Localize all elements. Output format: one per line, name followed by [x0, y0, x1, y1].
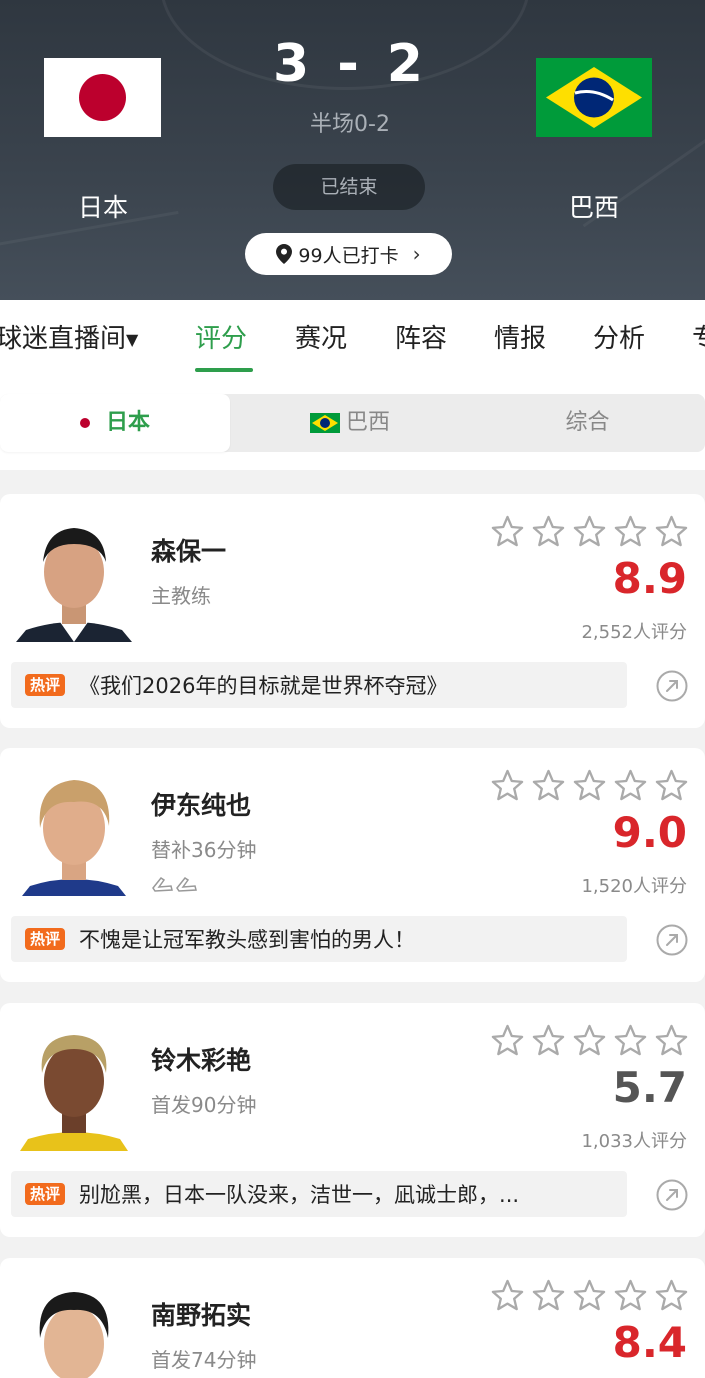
player-card[interactable]: 铃木彩艳 首发90分钟 5.7 1,033人评分 热评 别尬黑，日本一队没来，洁… [0, 1003, 705, 1237]
star-outline-icon[interactable] [572, 1278, 607, 1313]
team-segment-wrapper: 日本 巴西 综合 [0, 374, 705, 470]
star-outline-icon[interactable] [654, 514, 689, 549]
tab-intel[interactable]: 情报 [494, 318, 546, 355]
match-status-badge: 已结束 [273, 164, 425, 210]
share-icon[interactable] [655, 923, 689, 957]
brazil-flag-icon[interactable] [536, 58, 652, 137]
japan-flag-icon[interactable] [44, 58, 161, 137]
player-name: 森保一 [151, 537, 227, 566]
segment-overall[interactable]: 综合 [470, 394, 705, 452]
tab-more[interactable]: 专 [692, 318, 705, 355]
rating-count: 2,552人评分 [581, 622, 687, 643]
star-outline-icon[interactable] [572, 768, 607, 803]
player-role: 主教练 [151, 584, 211, 608]
player-card[interactable]: 南野拓实 首发74分钟 8.4 [0, 1258, 705, 1378]
avatar [16, 514, 132, 642]
star-outline-icon[interactable] [572, 1023, 607, 1058]
player-role: 首发90分钟 [151, 1093, 257, 1117]
team-segment-control: 日本 巴西 综合 [0, 394, 705, 452]
player-rating: 9.0 [612, 808, 687, 857]
player-name: 铃木彩艳 [151, 1046, 252, 1075]
star-outline-icon[interactable] [654, 1023, 689, 1058]
avatar [16, 768, 132, 896]
comment-text: 别尬黑，日本一队没来，洁世一，凪诚士郎，... [79, 1183, 520, 1207]
away-score: 2 [386, 34, 427, 94]
player-role: 替补36分钟 [151, 838, 257, 862]
active-tab-indicator [195, 368, 253, 372]
checkin-label: 99人已打卡 [298, 244, 399, 267]
score-separator: - [337, 34, 363, 94]
rating-stars[interactable] [490, 768, 689, 803]
rating-count: 1,033人评分 [581, 1131, 687, 1152]
star-outline-icon[interactable] [531, 768, 566, 803]
caret-down-icon: ▼ [126, 330, 139, 349]
away-team-name[interactable]: 巴西 [524, 188, 664, 224]
comment-text: 不愧是让冠军教头感到害怕的男人！ [79, 928, 416, 952]
player-card[interactable]: 森保一 主教练 8.9 2,552人评分 热评 《我们2026年的目标就是世界杯… [0, 494, 705, 728]
share-icon[interactable] [655, 1178, 689, 1212]
rating-count: 1,520人评分 [581, 876, 687, 897]
star-outline-icon[interactable] [572, 514, 607, 549]
tab-lineup[interactable]: 阵容 [395, 318, 447, 355]
player-card[interactable]: 伊东纯也 替补36分钟 9.0 1,520人评分 热评 不愧是让冠军教头感到害怕… [0, 748, 705, 982]
rating-stars[interactable] [490, 1278, 689, 1313]
hot-comment[interactable]: 热评 别尬黑，日本一队没来，洁世一，凪诚士郎，... [11, 1171, 627, 1217]
brazil-flag-small-icon [309, 413, 340, 433]
japan-dot-icon [79, 418, 90, 428]
checkin-button[interactable]: 99人已打卡 › [245, 233, 452, 275]
avatar [16, 1023, 132, 1151]
segment-home[interactable]: 日本 [0, 394, 230, 452]
star-outline-icon[interactable] [531, 1023, 566, 1058]
home-score: 3 [273, 34, 314, 94]
star-outline-icon[interactable] [490, 1278, 525, 1313]
tab-fan-live-room[interactable]: 球迷直播间▼ [0, 318, 138, 355]
hot-comment-badge: 热评 [25, 928, 66, 950]
star-outline-icon[interactable] [531, 1278, 566, 1313]
star-outline-icon[interactable] [613, 514, 648, 549]
rating-stars[interactable] [490, 1023, 689, 1058]
tab-analysis[interactable]: 分析 [593, 318, 645, 355]
tab-bar: 球迷直播间▼ 评分 赛况 阵容 情报 分析 专 [0, 300, 705, 374]
player-name: 伊东纯也 [151, 791, 252, 820]
star-outline-icon[interactable] [654, 768, 689, 803]
avatar [16, 1278, 132, 1378]
tab-events[interactable]: 赛况 [295, 318, 347, 355]
segment-away[interactable]: 巴西 [235, 394, 465, 452]
home-team-name[interactable]: 日本 [33, 188, 173, 224]
hot-comment-badge: 热评 [25, 674, 66, 696]
share-icon[interactable] [655, 669, 689, 703]
star-outline-icon[interactable] [490, 1023, 525, 1058]
segment-away-label: 巴西 [345, 410, 390, 435]
player-role: 首发74分钟 [151, 1348, 257, 1372]
rating-stars[interactable] [490, 514, 689, 549]
match-header: 日本 3-2 半场0-2 已结束 99人已打卡 › 巴西 [0, 0, 705, 300]
star-outline-icon[interactable] [531, 514, 566, 549]
scoreboard: 3-2 [250, 34, 450, 94]
star-outline-icon[interactable] [613, 1023, 648, 1058]
chevron-right-icon: › [412, 242, 421, 266]
comment-text: 《我们2026年的目标就是世界杯夺冠》 [79, 674, 448, 698]
tab-rating[interactable]: 评分 [195, 318, 247, 355]
player-name: 南野拓实 [151, 1301, 252, 1330]
hot-comment-badge: 热评 [25, 1183, 66, 1205]
hot-comment[interactable]: 热评 不愧是让冠军教头感到害怕的男人！ [11, 916, 627, 962]
boots-icon [151, 874, 199, 898]
star-outline-icon[interactable] [654, 1278, 689, 1313]
location-pin-icon [276, 244, 293, 264]
star-outline-icon[interactable] [490, 768, 525, 803]
player-rating: 8.4 [612, 1318, 687, 1367]
halftime-score: 半场0-2 [310, 112, 390, 137]
player-rating: 5.7 [612, 1063, 687, 1112]
star-outline-icon[interactable] [613, 1278, 648, 1313]
hot-comment[interactable]: 热评 《我们2026年的目标就是世界杯夺冠》 [11, 662, 627, 708]
tab-label: 球迷直播间 [0, 324, 127, 354]
segment-home-label: 日本 [105, 410, 150, 435]
star-outline-icon[interactable] [613, 768, 648, 803]
player-rating: 8.9 [612, 554, 687, 603]
star-outline-icon[interactable] [490, 514, 525, 549]
